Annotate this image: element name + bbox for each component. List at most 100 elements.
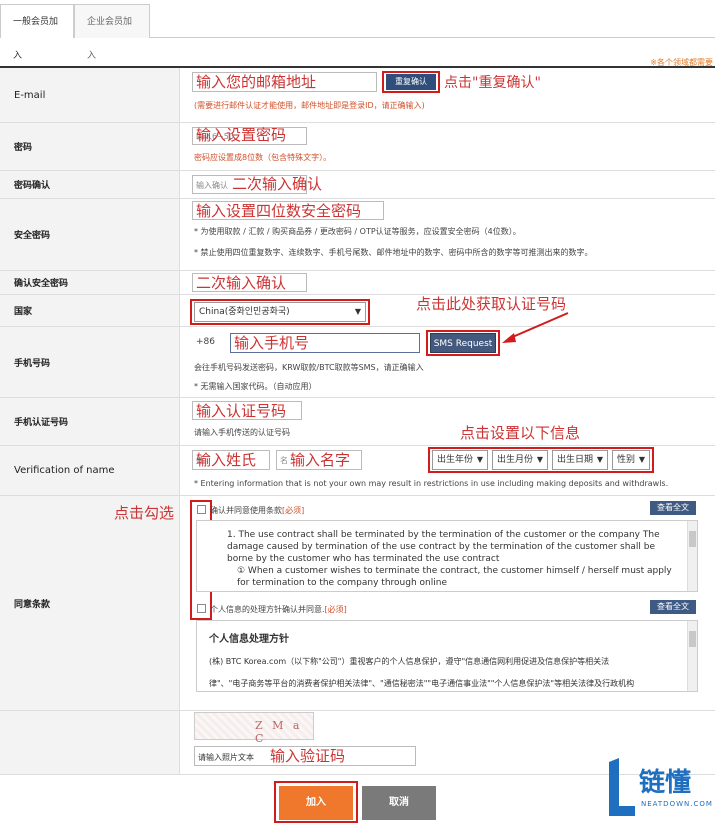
terms-paragraph-2: ① When a customer wishes to terminate th… <box>237 566 672 588</box>
terms-scrollbar[interactable] <box>687 521 697 591</box>
phone-label: 手机号码 <box>0 327 180 397</box>
signup-form: E-mail 输入您的邮箱地址 重复确认 点击"重复确认" (需要进行邮件认证才… <box>0 66 715 775</box>
row-verify-code: 手机认证号码 输入认证号码 请输入手机传送的认证号码 <box>0 398 715 446</box>
privacy-scrollbar[interactable] <box>687 621 697 691</box>
logo-text: 链懂 <box>639 768 692 798</box>
agree-terms-label: 确认并同意使用条款[必须] <box>210 505 304 516</box>
privacy-paragraph-1: (株) BTC Korea.com（以下称"公司"）重视客户的个人信息保护，遵守… <box>209 657 610 666</box>
verify-code-annotation: 输入认证号码 <box>196 402 287 420</box>
last-name-annotation: 输入姓氏 <box>196 451 257 469</box>
required-tag: [必须] <box>324 605 347 614</box>
country-label: 国家 <box>0 295 180 326</box>
terms-scrollbox[interactable]: 1. The use contract shall be terminated … <box>196 520 698 592</box>
member-type-tabs: 一般会员加入 企业会员加入 <box>0 0 715 61</box>
password-annotation: 输入设置密码 <box>196 126 287 144</box>
birth-year-select[interactable]: 出生年份 ▼ <box>432 450 488 470</box>
captcha-label <box>0 711 180 774</box>
phone-annotation: 输入手机号 <box>234 334 310 352</box>
row-password-confirm: 密码确认 输入确认 二次输入确认 <box>0 171 715 199</box>
tab-label: 企业会员加入 <box>87 17 133 61</box>
terms-annotation: 点击勾选 <box>114 504 175 522</box>
birth-month-select[interactable]: 出生月份 ▼ <box>492 450 548 470</box>
agree-privacy-label: 个人信息的处理方针确认并同意.[必须] <box>210 604 347 615</box>
row-terms: 同意条款 点击勾选 确认并同意使用条款[必须] 查看全文 1. The use … <box>0 496 715 711</box>
logo-subtext: NEATDOWN.COM <box>641 800 713 808</box>
cancel-button[interactable]: 取消 <box>362 786 436 820</box>
privacy-title: 个人信息处理方针 <box>209 634 289 645</box>
chevron-down-icon: ▼ <box>638 455 645 464</box>
row-country: 国家 China(중화인민공화국) ▼ 点击此处获取认证号码 <box>0 295 715 327</box>
security-hint-2: * 禁止使用四位重复数字、连续数字、手机号尾数、邮件地址中的数字、密码中所含的数… <box>194 248 593 257</box>
chevron-down-icon: ▼ <box>596 455 603 464</box>
chevron-down-icon: ▼ <box>476 455 483 464</box>
agree-terms-checkbox[interactable] <box>197 505 206 514</box>
scrollbar-thumb[interactable] <box>689 631 696 647</box>
first-name-prefix: 名 <box>280 456 288 465</box>
privacy-text: 个人信息处理方针 (株) BTC Korea.com（以下称"公司"）重视客户的… <box>197 621 697 691</box>
captcha-placeholder: 请输入照片文本 <box>198 753 254 762</box>
agree-terms-text: 确认并同意使用条款 <box>210 506 282 515</box>
tab-label: 一般会员加入 <box>13 17 59 61</box>
neatdown-logo: 链懂 NEATDOWN.COM <box>607 758 713 818</box>
password-hint: 密码应设置成8位数（包含特殊文字）。 <box>194 153 332 162</box>
chevron-down-icon: ▼ <box>354 307 361 316</box>
view-privacy-button[interactable]: 查看全文 <box>650 600 696 614</box>
country-select[interactable]: China(중화인민공화국) ▼ <box>194 302 366 322</box>
phone-prefix: +86 <box>196 337 215 347</box>
agree-privacy-text: 个人信息的处理方针确认并同意. <box>210 605 325 614</box>
captcha-annotation: 输入验证码 <box>270 747 346 765</box>
row-name-verify: Verification of name 姓 输入姓氏 名 输入名字 点击设置以… <box>0 424 715 496</box>
captcha-image: Z M a C <box>194 712 314 745</box>
row-phone: 手机号码 +86 输入手机号 SMS Request 会往手机号码发送密码，KR… <box>0 312 715 398</box>
gender-select[interactable]: 性别 ▼ <box>612 450 650 470</box>
logo-mark-icon <box>609 758 635 816</box>
captcha-text: Z M a C <box>255 719 303 745</box>
phone-hint-1: 会往手机号码发送密码，KRW取款/BTC取款等SMS，请正确输入 <box>194 363 424 372</box>
verify-code-label: 手机认证号码 <box>0 398 180 445</box>
country-selected: China(중화인민공화국) <box>199 307 290 317</box>
tab-corporate-member[interactable]: 企业会员加入 <box>74 4 150 61</box>
terms-label: 同意条款 <box>0 496 180 710</box>
password-label: 密码 <box>0 123 180 170</box>
birth-month-value: 出生月份 <box>497 455 534 465</box>
row-security-password: 安全密码 输入设置四位数安全密码 * 为使用取款 / 汇款 / 购买商品券 / … <box>0 199 715 271</box>
email-label: E-mail <box>0 68 180 122</box>
agree-privacy-checkbox[interactable] <box>197 604 206 613</box>
email-annotation: 输入您的邮箱地址 <box>196 73 317 91</box>
scrollbar-thumb[interactable] <box>689 531 696 547</box>
chevron-down-icon: ▼ <box>536 455 543 464</box>
join-button[interactable]: 加入 <box>279 786 353 820</box>
name-verify-label: Verification of name <box>0 446 180 495</box>
password-confirm-label: 密码确认 <box>0 171 180 198</box>
birth-day-select[interactable]: 出生日期 ▼ <box>552 450 608 470</box>
name-verify-annotation: 点击设置以下信息 <box>460 424 581 442</box>
security-confirm-annotation: 二次输入确认 <box>196 274 287 292</box>
birth-year-value: 出生年份 <box>437 455 474 465</box>
row-email: E-mail 输入您的邮箱地址 重复确认 点击"重复确认" (需要进行邮件认证才… <box>0 68 715 123</box>
phone-hint-2: * 无需输入国家代码。（自动应用） <box>194 382 317 391</box>
email-confirm-button[interactable]: 重复确认 <box>386 74 436 90</box>
row-security-confirm: 确认安全密码 二次输入确认 <box>0 271 715 295</box>
security-password-annotation: 输入设置四位数安全密码 <box>196 202 362 220</box>
email-hint: (需要进行邮件认证才能使用，邮件地址即是登录ID，请正确输入) <box>194 101 425 110</box>
email-confirm-annotation: 点击"重复确认" <box>444 75 541 91</box>
password-confirm-annotation: 二次输入确认 <box>232 175 323 193</box>
name-verify-hint: * Entering information that is not your … <box>194 479 669 488</box>
tab-general-member[interactable]: 一般会员加入 <box>0 4 74 61</box>
verify-code-hint: 请输入手机传送的认证号码 <box>194 428 290 437</box>
security-hint-1: * 为使用取款 / 汇款 / 购买商品券 / 更改密码 / OTP认证等服务，应… <box>194 227 521 236</box>
arrow-icon <box>502 312 569 343</box>
birth-day-value: 出生日期 <box>557 455 594 465</box>
terms-text: 1. The use contract shall be terminated … <box>197 521 697 589</box>
privacy-paragraph-2: 律"、"电子商务等平台的消费者保护相关法律"、"通信秘密法""电子通信事业法""… <box>209 679 635 688</box>
sms-request-button[interactable]: SMS Request <box>430 333 496 353</box>
password-confirm-placeholder: 输入确认 <box>196 181 228 190</box>
first-name-annotation: 输入名字 <box>290 451 351 469</box>
required-tag: [必须] <box>282 506 305 515</box>
view-terms-button[interactable]: 查看全文 <box>650 501 696 515</box>
security-confirm-label: 确认安全密码 <box>0 271 180 294</box>
row-password: 密码 输入6~50 输入设置密码 密码应设置成8位数（包含特殊文字）。 <box>0 123 715 171</box>
terms-paragraph-1: 1. The use contract shall be terminated … <box>227 530 660 564</box>
gender-value: 性别 <box>617 455 636 465</box>
privacy-scrollbox[interactable]: 个人信息处理方针 (株) BTC Korea.com（以下称"公司"）重视客户的… <box>196 620 698 692</box>
